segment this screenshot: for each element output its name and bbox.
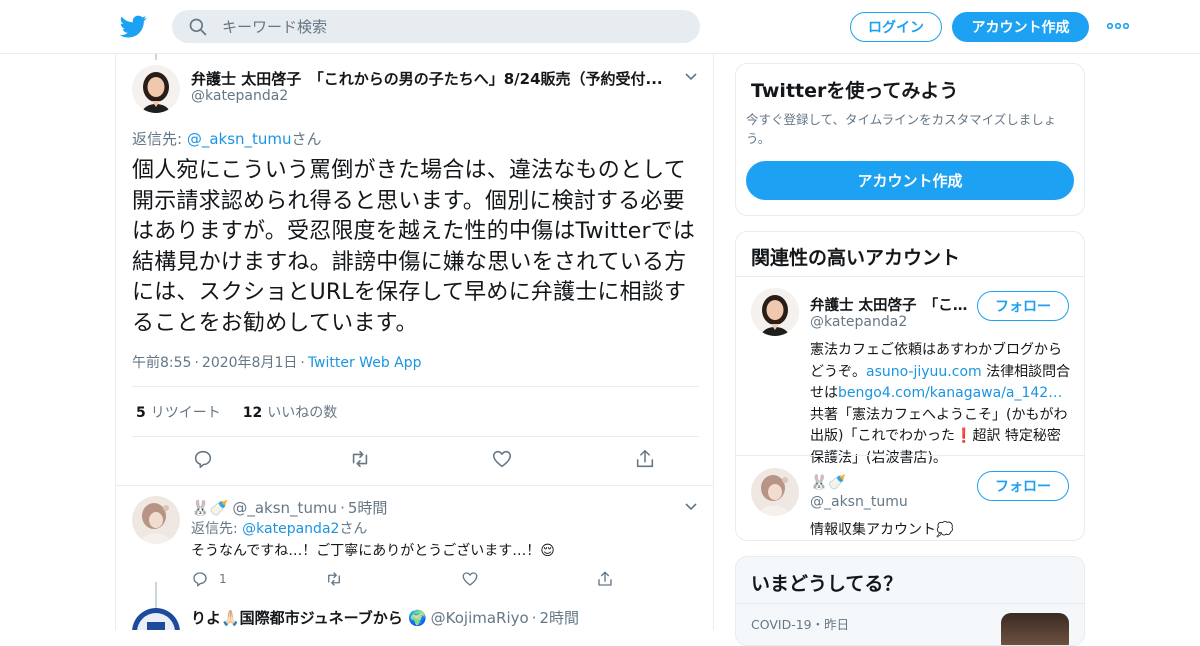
bio-text: 共著「憲法カフェへようこそ」(かもがわ出版)「これでわかった❗️超訳 特定秘密保… xyxy=(810,406,1068,466)
reply-time[interactable]: 5時間 xyxy=(348,499,388,517)
reply-author-name[interactable]: りよ🙏🏻国際都市ジュネーブから 🌍 xyxy=(191,609,427,627)
reply-author-handle[interactable]: @_aksn_tumu xyxy=(232,499,337,517)
tweet-stats-bar: 5 リツイート 12 いいねの数 xyxy=(132,386,699,437)
search-input[interactable] xyxy=(222,17,662,36)
retweets-label: リツイート xyxy=(150,404,221,421)
related-accounts-card: 関連性の高いアカウント 弁護士 太田啓子 「これからの男の子たちへ」 @kate… xyxy=(735,231,1085,541)
trends-card: いまどうしてる？ COVID-19・昨日 xyxy=(735,556,1085,646)
chevron-down-icon[interactable] xyxy=(685,73,697,81)
reply-author-name[interactable]: 🐰🍼 xyxy=(191,499,228,517)
reply-count: 1 xyxy=(219,572,227,586)
top-navigation-bar: ログイン アカウント作成 xyxy=(0,0,1200,54)
reply-to-handle-link[interactable]: @katepanda2 xyxy=(242,521,339,537)
retweet-icon[interactable] xyxy=(349,448,371,470)
bio-link[interactable]: bengo4.com/kanagawa/a_142… xyxy=(838,385,1062,401)
author-name[interactable]: 弁護士 太田啓子 「これからの男の子たちへ」8/24販売（予約受付... xyxy=(191,68,671,89)
share-icon[interactable] xyxy=(634,448,656,470)
related-account-handle[interactable]: @katepanda2 xyxy=(810,314,907,330)
search-icon xyxy=(189,18,207,35)
signup-button[interactable]: アカウント作成 xyxy=(952,12,1089,42)
meta-separator: · xyxy=(531,609,537,627)
main-timeline-column: 弁護士 太田啓子 「これからの男の子たちへ」8/24販売（予約受付... @ka… xyxy=(115,54,714,630)
tweet-time[interactable]: 午前8:55 xyxy=(132,355,191,371)
tweet-divider xyxy=(116,485,713,486)
reply-time[interactable]: 2時間 xyxy=(539,609,579,627)
reply-author-avatar[interactable] xyxy=(132,608,180,630)
author-handle[interactable]: @katepanda2 xyxy=(191,88,288,104)
trends-title: いまどうしてる？ xyxy=(751,573,903,595)
reply-to-suffix: さん xyxy=(339,521,368,537)
reply-icon[interactable] xyxy=(192,448,214,470)
follow-button[interactable]: フォロー xyxy=(977,291,1069,321)
retweets-count: 5 xyxy=(136,404,146,421)
tweet-body-text: 個人宛にこういう罵倒がきた場合は、違法なものとして開示請求認められ得ると思います… xyxy=(132,158,696,336)
reply-to-line: 返信先: @katepanda2さん xyxy=(191,518,367,538)
share-icon[interactable] xyxy=(596,570,614,588)
login-button[interactable]: ログイン xyxy=(850,12,942,42)
meta-separator: · xyxy=(194,355,199,371)
follow-button[interactable]: フォロー xyxy=(977,471,1069,501)
related-account-avatar[interactable] xyxy=(751,468,799,516)
signup-card-button[interactable]: アカウント作成 xyxy=(746,161,1074,200)
meta-separator: · xyxy=(300,355,305,371)
retweet-icon[interactable] xyxy=(325,570,343,588)
reply-actions-bar: 1 xyxy=(191,570,641,588)
related-accounts-title: 関連性の高いアカウント xyxy=(751,247,961,269)
thread-connector-line xyxy=(155,54,157,60)
like-heart-icon[interactable] xyxy=(491,448,513,470)
reply-to-prefix: 返信先: xyxy=(132,130,187,148)
related-account-avatar[interactable] xyxy=(751,288,799,336)
card-divider xyxy=(736,603,1084,604)
reply-to-line: 返信先: @_aksn_tumuさん xyxy=(132,128,322,149)
reply-header: りよ🙏🏻国際都市ジュネーブから 🌍 @KojimaRiyo · 2時間 xyxy=(191,607,579,628)
related-account-name[interactable]: 🐰🍼 xyxy=(810,474,970,491)
twitter-bird-logo-icon[interactable] xyxy=(120,13,147,40)
tweet-source-link[interactable]: Twitter Web App xyxy=(308,355,422,371)
reply-body-text: そうなんですね…！ご丁寧にありがとうございます…！😌 xyxy=(191,543,555,559)
trend-item-meta[interactable]: COVID-19・昨日 xyxy=(751,614,849,633)
card-divider xyxy=(736,455,1084,456)
more-options-icon[interactable] xyxy=(1107,23,1129,29)
meta-separator: · xyxy=(340,499,345,517)
signup-card: Twitterを使ってみよう 今すぐ登録して、タイムラインをカスタマイズしましょ… xyxy=(735,63,1085,216)
author-avatar[interactable] xyxy=(132,65,180,113)
card-divider xyxy=(736,276,1084,277)
tweet-date[interactable]: 2020年8月1日 xyxy=(202,355,297,371)
tweet-actions-bar xyxy=(132,448,699,472)
reply-author-handle[interactable]: @KojimaRiyo xyxy=(431,609,529,627)
related-account-name[interactable]: 弁護士 太田啓子 「これからの男の子たちへ」 xyxy=(810,294,970,315)
signup-card-title: Twitterを使ってみよう xyxy=(751,80,959,102)
bio-link[interactable]: asuno-jiyuu.com xyxy=(866,364,982,380)
related-account-handle[interactable]: @_aksn_tumu xyxy=(810,494,908,510)
chevron-down-icon[interactable] xyxy=(685,503,697,511)
related-account-bio: 情報収集アカウント💭 xyxy=(810,522,954,538)
related-account-bio: 憲法カフェご依頼はあすわかブログからどうぞ。asuno-jiyuu.com 法律… xyxy=(810,340,1072,469)
reply-to-handle-link[interactable]: @_aksn_tumu xyxy=(187,130,292,148)
reply-to-prefix: 返信先: xyxy=(191,521,243,537)
retweets-stat[interactable]: 5 リツイート xyxy=(136,402,221,422)
search-bar[interactable] xyxy=(172,10,700,43)
reply-to-suffix: さん xyxy=(291,130,322,148)
likes-label: いいねの数 xyxy=(267,404,338,421)
tweet-timestamp-line: 午前8:55 · 2020年8月1日 · Twitter Web App xyxy=(132,352,422,372)
reply-header: 🐰🍼 @_aksn_tumu · 5時間 xyxy=(191,497,387,518)
reply-author-avatar[interactable] xyxy=(132,496,180,544)
likes-stat[interactable]: 12 いいねの数 xyxy=(243,402,337,422)
like-heart-icon[interactable] xyxy=(461,570,479,588)
signup-card-subtitle: 今すぐ登録して、タイムラインをカスタマイズしましょう。 xyxy=(746,112,1057,146)
likes-count: 12 xyxy=(242,404,263,421)
reply-icon[interactable] xyxy=(191,570,209,588)
